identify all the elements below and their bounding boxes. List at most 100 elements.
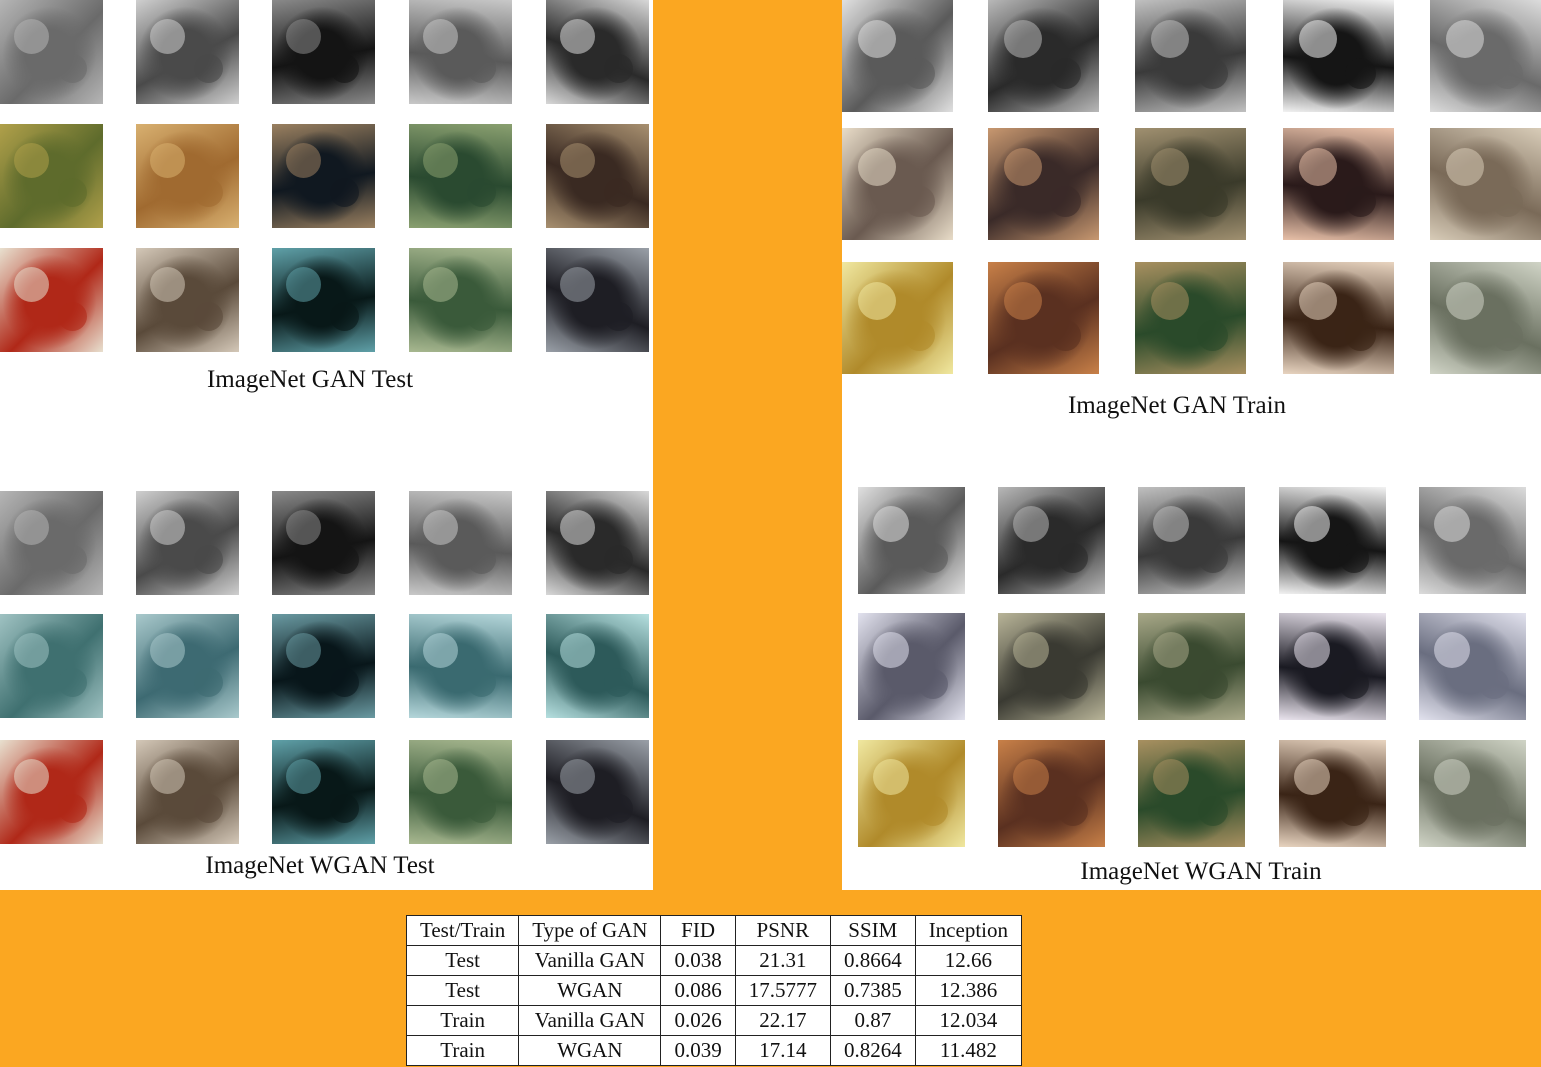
photo-wgan-test-vegetables-radishes	[0, 491, 103, 595]
photo-gan-train-collie-dog-face	[1283, 128, 1394, 240]
results-table: Test/Train Type of GAN FID PSNR SSIM Inc…	[405, 915, 1023, 1066]
table-cell: Test	[405, 945, 520, 976]
photo-wgan-train-collie-dog-face	[1279, 613, 1386, 720]
photo-gan-test-vegetables-radishes	[0, 124, 103, 228]
photo-gan-train-compass-object	[1430, 262, 1541, 374]
photo-wgan-test-black-dog	[546, 740, 649, 844]
table-cell: Train	[405, 1035, 520, 1066]
photo-gan-test-two-birds	[409, 0, 512, 104]
photo-wgan-train-microwave-with-flowers	[858, 487, 965, 594]
photo-gan-train-microwave-with-flowers	[842, 0, 953, 112]
photo-wgan-train-compass-object	[1419, 740, 1526, 847]
table-row: Test WGAN 0.086 17.5777 0.7385 12.386	[405, 975, 1023, 1006]
table-cell: 0.87	[829, 1005, 916, 1036]
photo-gan-test-man-with-tie	[136, 248, 239, 352]
table-header-cell: SSIM	[829, 915, 916, 946]
photo-wgan-test-vegetables-radishes	[0, 614, 103, 718]
photo-gan-train-metal-table	[988, 128, 1099, 240]
table-cell: 11.482	[914, 1035, 1023, 1066]
photo-wgan-test-two-birds	[409, 740, 512, 844]
caption-gan-train: ImageNet GAN Train	[1067, 392, 1287, 419]
photo-gan-test-three-wheels-on-black	[272, 0, 375, 104]
photo-gan-train-fish	[1135, 128, 1246, 240]
table-cell: 22.17	[734, 1005, 831, 1036]
table-cell: Train	[405, 1005, 520, 1036]
photo-wgan-train-microwave-with-flowers	[858, 613, 965, 720]
photo-wgan-test-man-with-tie	[136, 491, 239, 595]
photo-wgan-train-fish	[1138, 740, 1245, 847]
table-header-cell: FID	[660, 915, 736, 946]
photo-wgan-test-man-with-tie	[136, 740, 239, 844]
table-cell: 0.039	[660, 1035, 736, 1066]
table-cell: 0.086	[660, 975, 736, 1006]
table-cell: 0.8264	[829, 1035, 916, 1066]
table-row: Train WGAN 0.039 17.14 0.8264 11.482	[405, 1035, 1023, 1066]
photo-gan-test-three-wheels-on-black	[272, 248, 375, 352]
photo-wgan-train-collie-dog-face	[1279, 487, 1386, 594]
table-row: Test Vanilla GAN 0.038 21.31 0.8664 12.6…	[405, 945, 1023, 976]
photo-gan-test-vegetables-radishes	[0, 248, 103, 352]
photo-gan-train-compass-object	[1430, 128, 1541, 240]
photo-gan-test-black-dog	[546, 0, 649, 104]
photo-wgan-test-vegetables-radishes	[0, 740, 103, 844]
table-header-cell: Inception	[914, 915, 1023, 946]
table-cell: WGAN	[518, 975, 662, 1006]
photo-wgan-test-two-birds	[409, 614, 512, 718]
table-cell: 0.026	[660, 1005, 736, 1036]
photo-gan-test-two-birds	[409, 124, 512, 228]
photo-wgan-test-three-wheels-on-black	[272, 614, 375, 718]
photo-wgan-train-microwave-with-flowers	[858, 740, 965, 847]
table-header-cell: Type of GAN	[518, 915, 662, 946]
table-cell: Vanilla GAN	[518, 945, 662, 976]
photo-wgan-train-compass-object	[1419, 487, 1526, 594]
photo-wgan-test-three-wheels-on-black	[272, 491, 375, 595]
table-header-cell: Test/Train	[405, 915, 520, 946]
photo-wgan-test-black-dog	[546, 614, 649, 718]
table-row: Train Vanilla GAN 0.026 22.17 0.87 12.03…	[405, 1005, 1023, 1036]
photo-gan-train-metal-table	[988, 262, 1099, 374]
photo-gan-test-black-dog	[546, 124, 649, 228]
caption-wgan-train: ImageNet WGAN Train	[1080, 858, 1322, 885]
photo-gan-train-collie-dog-face	[1283, 0, 1394, 112]
table-header-cell: PSNR	[734, 915, 831, 946]
photo-gan-test-man-with-tie	[136, 124, 239, 228]
photo-gan-train-fish	[1135, 262, 1246, 374]
photo-gan-train-fish	[1135, 0, 1246, 112]
photo-gan-test-two-birds	[409, 248, 512, 352]
table-cell: 12.034	[914, 1005, 1023, 1036]
photo-gan-train-compass-object	[1430, 0, 1541, 112]
photo-wgan-train-compass-object	[1419, 613, 1526, 720]
photo-wgan-train-metal-table	[998, 613, 1105, 720]
photo-wgan-train-metal-table	[998, 487, 1105, 594]
photo-gan-train-metal-table	[988, 0, 1099, 112]
photo-gan-test-three-wheels-on-black	[272, 124, 375, 228]
table-cell: WGAN	[518, 1035, 662, 1066]
table-cell: 12.386	[914, 975, 1023, 1006]
photo-wgan-train-collie-dog-face	[1279, 740, 1386, 847]
table-cell: 12.66	[914, 945, 1023, 976]
photo-wgan-test-black-dog	[546, 491, 649, 595]
photo-gan-test-vegetables-radishes	[0, 0, 103, 104]
caption-wgan-test: ImageNet WGAN Test	[205, 852, 435, 879]
photo-wgan-train-fish	[1138, 487, 1245, 594]
table-cell: Test	[405, 975, 520, 1006]
photo-wgan-test-three-wheels-on-black	[272, 740, 375, 844]
photo-gan-train-collie-dog-face	[1283, 262, 1394, 374]
table-cell: 21.31	[734, 945, 831, 976]
photo-wgan-train-fish	[1138, 613, 1245, 720]
table-cell: 17.5777	[734, 975, 831, 1006]
table-cell: 0.038	[660, 945, 736, 976]
photo-wgan-train-metal-table	[998, 740, 1105, 847]
table-header-row: Test/Train Type of GAN FID PSNR SSIM Inc…	[405, 915, 1023, 946]
caption-gan-test: ImageNet GAN Test	[206, 366, 414, 393]
table-cell: 0.8664	[829, 945, 916, 976]
photo-wgan-test-man-with-tie	[136, 614, 239, 718]
table-cell: 0.7385	[829, 975, 916, 1006]
photo-wgan-test-two-birds	[409, 491, 512, 595]
photo-gan-test-man-with-tie	[136, 0, 239, 104]
table-cell: Vanilla GAN	[518, 1005, 662, 1036]
photo-gan-test-black-dog	[546, 248, 649, 352]
photo-gan-train-microwave-with-flowers	[842, 262, 953, 374]
table-cell: 17.14	[734, 1035, 831, 1066]
photo-gan-train-microwave-with-flowers	[842, 128, 953, 240]
